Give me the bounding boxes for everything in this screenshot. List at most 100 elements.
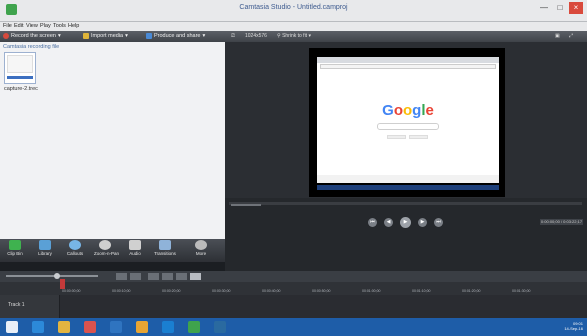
tab-transitions-label: Transitions	[154, 251, 176, 256]
window-controls: — □ ×	[537, 2, 583, 14]
chrome-icon[interactable]	[84, 321, 96, 333]
record-screen-dropdown-icon: ▾	[57, 33, 61, 39]
ruler-label: 00:01:00;00	[362, 289, 381, 293]
preview-toolbar: ⎚ 1024x576 ⚲ Shrink to fit ▾ ▣ ⤢	[225, 31, 587, 42]
google-footer	[317, 175, 499, 183]
clock-date: 14-Sep-16	[564, 326, 583, 331]
tab-more-label: More	[195, 251, 207, 256]
editing-dimensions-icon[interactable]: ⎚	[231, 33, 235, 40]
step-back-icon[interactable]: ◀	[384, 218, 393, 227]
timecode-display: 0:00:00;00 / 0:03:22;17	[540, 219, 583, 225]
clip-bin-panel: Camtasia recording file capture-2.trec	[0, 42, 225, 239]
play-icon[interactable]: ▶	[400, 217, 411, 228]
tab-clip-bin[interactable]: Clip Bin	[4, 240, 26, 256]
redo-icon[interactable]	[130, 273, 141, 280]
produce-share-dropdown-icon: ▾	[202, 33, 206, 39]
menu-tools[interactable]: Tools	[53, 23, 66, 29]
task-tabs: Clip Bin Library Callouts Zoom-n-Pan Aud…	[0, 239, 225, 262]
playhead[interactable]	[60, 279, 65, 289]
ruler-label: 00:00:40;00	[262, 289, 281, 293]
paste-icon[interactable]	[176, 273, 187, 280]
ruler-label: 00:00:10;00	[112, 289, 131, 293]
track-header[interactable]: Track 1	[0, 295, 60, 318]
produce-share-label: Produce and share	[154, 33, 201, 39]
preview-scrubber[interactable]	[229, 202, 582, 206]
clip-bin-icon	[9, 240, 21, 250]
recorded-taskbar	[317, 185, 499, 190]
clip-name: capture-2.trec	[4, 86, 38, 92]
word-icon[interactable]	[110, 321, 122, 333]
close-button[interactable]: ×	[569, 2, 583, 14]
google-logo: Google	[317, 102, 499, 119]
timeline-toolbar	[0, 271, 587, 282]
tab-more[interactable]: More	[190, 240, 212, 256]
camtasia-taskbar-icon[interactable]	[188, 321, 200, 333]
google-letter-4: g	[412, 102, 422, 119]
size-label[interactable]: 1024x576	[245, 33, 267, 40]
ruler-label: 00:00:00;00	[62, 289, 81, 293]
timeline-zoom-slider[interactable]	[6, 275, 98, 277]
google-buttons	[387, 135, 428, 139]
preview-pane: ⎚ 1024x576 ⚲ Shrink to fit ▾ ▣ ⤢ Google	[225, 31, 587, 271]
track-area[interactable]: Track 1	[0, 295, 587, 318]
menu-help[interactable]: Help	[68, 23, 79, 29]
windows-start-icon[interactable]	[6, 321, 18, 333]
import-media-dropdown-icon: ▾	[125, 33, 128, 39]
maximize-button[interactable]: □	[553, 2, 567, 14]
undo-icon[interactable]	[116, 273, 127, 280]
menu-file[interactable]: File	[3, 23, 12, 29]
internet-explorer-icon[interactable]	[32, 321, 44, 333]
system-tray-clock[interactable]: 09:01 14-Sep-16	[564, 321, 583, 331]
tab-audio[interactable]: Audio	[124, 240, 146, 256]
browser-tabs	[317, 57, 499, 63]
bin-section-header: Camtasia recording file	[3, 44, 60, 50]
minimize-button[interactable]: —	[537, 2, 551, 14]
more-icon	[195, 240, 207, 250]
zoom-pan-icon	[99, 240, 111, 250]
menu-edit[interactable]: Edit	[14, 23, 23, 29]
menu-play[interactable]: Play	[40, 23, 51, 29]
previous-clip-icon[interactable]: ⏮	[368, 218, 377, 227]
import-icon	[83, 33, 89, 39]
step-forward-icon[interactable]: ▶	[418, 218, 427, 227]
clip-thumbnail[interactable]	[4, 52, 36, 84]
produce-share-button[interactable]: Produce and share ▾	[146, 33, 205, 39]
menu-view[interactable]: View	[26, 23, 38, 29]
split-icon[interactable]	[190, 273, 201, 280]
playback-panel: ⏮ ◀ ▶ ▶ ⏭ 0:00:00;00 / 0:03:22;17	[225, 198, 587, 271]
ruler-label: 00:00:50;00	[312, 289, 331, 293]
record-icon	[3, 33, 9, 39]
import-media-button[interactable]: Import media ▾	[83, 33, 128, 39]
tab-callouts[interactable]: Callouts	[64, 240, 86, 256]
shrink-to-fit-button[interactable]: ⚲ Shrink to fit ▾	[277, 33, 311, 40]
callouts-icon	[69, 240, 81, 250]
record-screen-button[interactable]: Record the screen ▾	[3, 33, 61, 39]
tab-library[interactable]: Library	[34, 240, 56, 256]
video-canvas[interactable]: Google	[309, 48, 505, 197]
ruler-label: 00:00:30;00	[212, 289, 231, 293]
tab-audio-label: Audio	[129, 251, 141, 256]
store-icon[interactable]	[162, 321, 174, 333]
google-letter-2: o	[393, 102, 403, 119]
file-explorer-icon[interactable]	[58, 321, 70, 333]
paint-icon[interactable]	[136, 321, 148, 333]
produce-icon	[146, 33, 152, 39]
cut-icon[interactable]	[148, 273, 159, 280]
google-letter-6: e	[425, 102, 434, 119]
thumbnail-preview	[7, 55, 33, 73]
tab-transitions[interactable]: Transitions	[154, 240, 176, 256]
tab-callouts-label: Callouts	[66, 251, 84, 256]
scrubber-handle[interactable]	[231, 204, 261, 206]
fullscreen-icon[interactable]: ⤢	[569, 33, 573, 40]
record-screen-label: Record the screen	[11, 33, 56, 39]
tab-zoom-pan[interactable]: Zoom-n-Pan	[94, 240, 119, 256]
snipping-tool-icon[interactable]	[214, 321, 226, 333]
camtasia-window: Camtasia Studio - Untitled.camproj — □ ×…	[0, 0, 587, 336]
thumbnail-bar	[7, 76, 33, 79]
detach-icon[interactable]: ▣	[555, 33, 560, 40]
timeline-ruler[interactable]: 00:00:00;00 00:00:10;00 00:00:20;00 00:0…	[0, 282, 587, 295]
next-clip-icon[interactable]: ⏭	[434, 218, 443, 227]
feeling-lucky-button	[409, 135, 428, 139]
audio-icon	[129, 240, 141, 250]
copy-icon[interactable]	[162, 273, 173, 280]
